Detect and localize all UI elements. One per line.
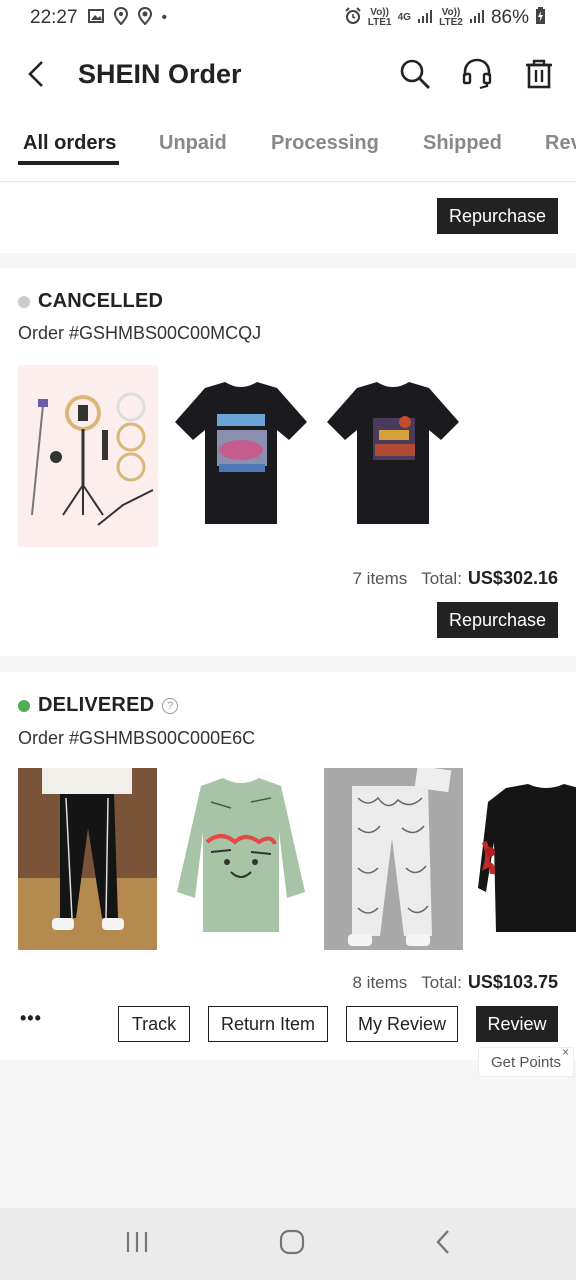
order-totals: 7 items Total: US$302.16	[352, 568, 558, 589]
page-title: SHEIN Order	[78, 58, 242, 89]
back-icon	[436, 1229, 449, 1254]
product-thumbnail[interactable]	[171, 378, 311, 530]
order-totals: 8 items Total: US$103.75	[352, 972, 558, 993]
app-header: SHEIN Order	[0, 36, 576, 112]
track-button[interactable]: Track	[118, 1006, 190, 1042]
repurchase-button[interactable]: Repurchase	[437, 198, 558, 234]
product-thumbnail[interactable]	[18, 768, 157, 950]
product-thumbnail[interactable]	[323, 378, 463, 530]
tooltip-text: Get Points	[490, 1053, 562, 1071]
location-icon	[137, 6, 152, 30]
help-icon[interactable]: ?	[162, 697, 179, 714]
alarm-icon	[344, 6, 362, 30]
back-button[interactable]	[0, 36, 72, 112]
items-count: 8 items	[352, 973, 408, 992]
support-button[interactable]	[458, 55, 496, 93]
order-status: DELIVERED ?	[18, 694, 179, 717]
tab-processing[interactable]: Processing	[271, 132, 379, 155]
tab-all-orders[interactable]: All orders	[23, 132, 116, 155]
status-time: 22:27	[30, 7, 78, 28]
review-button[interactable]: Review	[476, 1006, 558, 1042]
carrier1-label: Vo)) LTE1	[367, 7, 392, 28]
status-label: CANCELLED	[38, 290, 164, 312]
total-amount: US$302.16	[467, 568, 558, 588]
total-label: Total:	[421, 569, 462, 588]
product-thumbnail[interactable]	[18, 365, 158, 547]
tab-reviews[interactable]: Rev	[545, 132, 576, 155]
total-amount: US$103.75	[467, 972, 558, 992]
network-label: 4G	[397, 12, 411, 23]
home-button[interactable]	[279, 1229, 305, 1260]
status-label: DELIVERED	[38, 694, 155, 716]
status-dot	[18, 295, 30, 308]
signal-icon	[417, 9, 433, 28]
my-review-button[interactable]: My Review	[346, 1006, 458, 1042]
order-card-cancelled[interactable]: CANCELLED Order #GSHMBS00C00MCQJ 7 items…	[0, 268, 576, 656]
tab-unpaid[interactable]: Unpaid	[159, 132, 227, 155]
back-arrow-icon	[28, 61, 43, 87]
return-item-button[interactable]: Return Item	[208, 1006, 328, 1042]
carrier2-label: Vo)) LTE2	[439, 7, 463, 28]
order-status: CANCELLED	[18, 290, 163, 313]
product-thumbnail[interactable]	[171, 772, 311, 944]
battery-charging-icon	[535, 6, 546, 30]
delete-button[interactable]	[520, 55, 558, 93]
system-nav-bar	[0, 1208, 576, 1280]
tooltip-close-icon[interactable]: ×	[562, 1045, 569, 1059]
repurchase-button[interactable]: Repurchase	[437, 602, 558, 638]
product-thumbnail[interactable]	[324, 768, 463, 950]
headset-icon	[462, 58, 492, 90]
gallery-icon	[87, 8, 104, 28]
total-label: Total:	[421, 973, 462, 992]
home-icon	[279, 1229, 305, 1254]
product-thumbnail[interactable]	[476, 782, 576, 934]
tab-shipped[interactable]: Shipped	[423, 132, 502, 155]
battery-percent: 86%	[490, 7, 529, 28]
order-card-delivered[interactable]: DELIVERED ? Order #GSHMBS00C000E6C 8 ite…	[0, 672, 576, 1060]
search-button[interactable]	[396, 55, 434, 93]
status-bar: 22:27 • Vo)) LTE1 4G Vo)) LTE2 86%	[0, 0, 576, 36]
order-card-partial: Repurchase	[0, 183, 576, 253]
active-tab-indicator	[18, 161, 119, 165]
system-back-button[interactable]	[435, 1229, 451, 1260]
recent-apps-button[interactable]	[125, 1230, 149, 1259]
order-tabs: All orders Unpaid Processing Shipped Rev	[0, 112, 576, 182]
search-icon	[400, 59, 430, 89]
order-number: Order #GSHMBS00C000E6C	[18, 728, 256, 748]
order-number: Order #GSHMBS00C00MCQJ	[18, 323, 262, 343]
notification-dot-icon: •	[161, 9, 168, 26]
trash-icon	[526, 59, 552, 89]
more-actions-button[interactable]: •••	[20, 1008, 42, 1029]
status-dot	[18, 699, 30, 712]
location-outline-icon	[113, 6, 128, 30]
signal-icon	[469, 9, 485, 28]
recent-apps-icon	[126, 1231, 148, 1252]
items-count: 7 items	[352, 569, 408, 588]
get-points-tooltip: Get Points	[478, 1047, 574, 1077]
